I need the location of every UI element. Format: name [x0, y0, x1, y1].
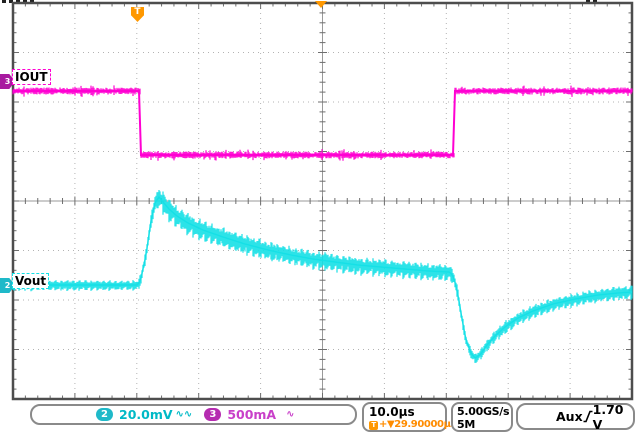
channel3-marker-number: 3 — [4, 77, 11, 86]
channel-readout-box[interactable]: 2 20.0mV ∿∿ 3 500mA ∿ — [30, 404, 357, 425]
channel2-badge[interactable]: 2 — [96, 408, 113, 421]
sample-rate: 5.00GS/s — [457, 405, 510, 418]
record-length: 5M points — [457, 418, 494, 433]
trigger-flag-letter: T — [134, 7, 141, 17]
oscilloscope-screen: T 3 2 IOUT Vout 2 20.0mV ∿∿ 3 500mA ∿ 10… — [0, 0, 636, 433]
delay-prefix-icon: +▼ — [379, 419, 395, 430]
waveform-traces — [12, 85, 633, 363]
channel3-coupling-icon: ∿ — [286, 409, 295, 420]
trigger-source: Aux — [556, 409, 583, 424]
channel2-marker-number: 2 — [4, 281, 11, 290]
channel3-badge-number: 3 — [209, 409, 217, 420]
channel3-scale: 500mA — [227, 407, 277, 422]
timebase-readout-box[interactable]: 10.0µs T +▼ 29.90000µs — [362, 402, 457, 432]
channel2-badge-number: 2 — [101, 409, 108, 420]
trigger-readout-box[interactable]: Aux 1.70 V — [516, 401, 635, 432]
timebase-delay-value: 29.90000µs — [394, 419, 457, 430]
channel3-badge[interactable]: 3 — [204, 408, 222, 421]
timebase-delay-row: T +▼ 29.90000µs — [369, 419, 457, 431]
trigger-time-icon: T — [369, 420, 378, 430]
trigger-level: 1.70 V — [592, 401, 624, 432]
channel2-scale: 20.0mV — [119, 407, 173, 422]
expansion-point-icon — [315, 1, 327, 8]
rising-edge-icon — [583, 410, 593, 423]
acquisition-readout-box[interactable]: 5.00GS/s 5M points — [451, 402, 513, 433]
iout-trace-label: IOUT — [12, 69, 51, 85]
timebase-scale: 10.0µs — [369, 405, 415, 419]
vout-trace-label: Vout — [12, 273, 50, 289]
channel2-coupling-icon: ∿∿ — [175, 409, 193, 420]
